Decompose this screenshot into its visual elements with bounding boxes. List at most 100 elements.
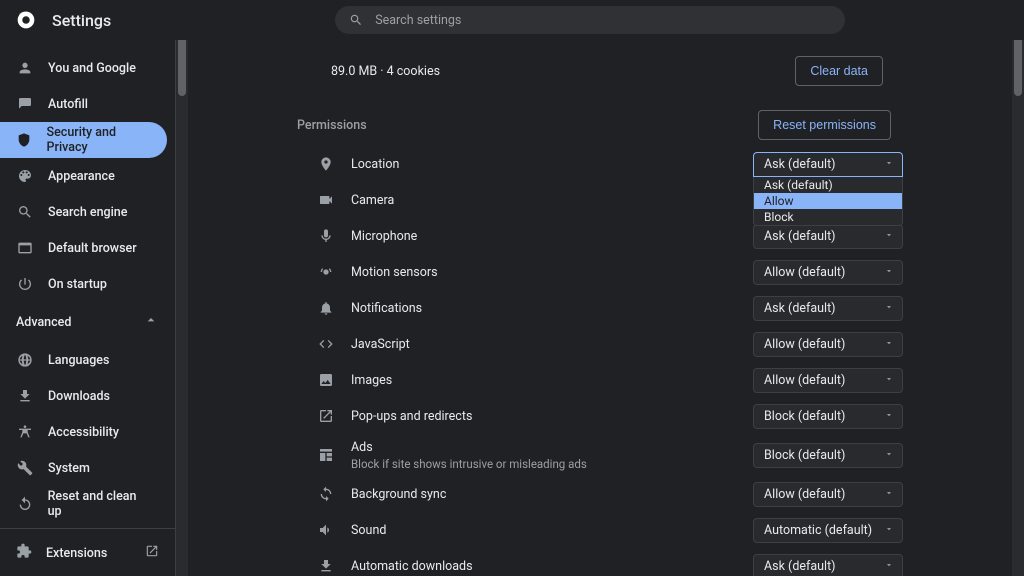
permission-label: Images	[351, 373, 392, 388]
permission-row: JavaScript Allow (default)	[297, 326, 903, 362]
accessibility-icon	[16, 423, 34, 441]
permission-select-value: Block (default)	[764, 409, 845, 424]
power-icon	[16, 275, 34, 293]
sidebar-item-label: Appearance	[48, 169, 115, 184]
caret-down-icon	[884, 409, 894, 424]
sidebar-item-downloads[interactable]: Downloads	[0, 378, 167, 414]
sidebar-item-label: Reset and clean up	[48, 489, 151, 519]
permission-select[interactable]: Ask (default)	[753, 152, 903, 177]
sidebar-item-you-and-google[interactable]: You and Google	[0, 50, 167, 86]
chrome-logo-icon	[16, 10, 36, 30]
caret-down-icon	[884, 487, 894, 502]
search-input[interactable]: Search settings	[335, 6, 845, 34]
permission-label: Sound	[351, 523, 386, 538]
sidebar-item-label: You and Google	[48, 61, 136, 76]
sidebar-item-default-browser[interactable]: Default browser	[0, 230, 167, 266]
extension-icon	[16, 543, 32, 563]
motion-sensors-icon	[317, 263, 335, 281]
permission-row: LocationAsk (default)Ask (default)AllowB…	[297, 146, 903, 182]
permission-select[interactable]: Allow (default)	[753, 482, 903, 507]
notifications-icon	[317, 299, 335, 317]
permission-label: Background sync	[351, 487, 446, 502]
permission-row: Sound Automatic (default)	[297, 512, 903, 548]
app-title: Settings	[52, 11, 111, 30]
sidebar-item-autofill[interactable]: Autofill	[0, 86, 167, 122]
browser-icon	[16, 239, 34, 257]
sidebar-item-accessibility[interactable]: Accessibility	[0, 414, 167, 450]
caret-down-icon	[884, 157, 894, 172]
permission-row: Images Allow (default)	[297, 362, 903, 398]
sidebar-item-extensions[interactable]: Extensions	[0, 535, 175, 571]
restore-icon	[16, 495, 34, 513]
sidebar-item-reset[interactable]: Reset and clean up	[0, 486, 167, 522]
sidebar-item-search-engine[interactable]: Search engine	[0, 194, 167, 230]
background-sync-icon	[317, 485, 335, 503]
top-bar: Settings Search settings	[0, 0, 1024, 40]
sidebar-item-label: Search engine	[48, 205, 127, 220]
sidebar-item-label: Security and Privacy	[47, 125, 151, 155]
sidebar-advanced-label: Advanced	[16, 315, 71, 330]
permission-select-value: Ask (default)	[764, 559, 836, 574]
clear-data-button[interactable]: Clear data	[795, 56, 883, 86]
permission-select-value: Ask (default)	[764, 301, 836, 316]
permission-select-value: Ask (default)	[764, 157, 836, 172]
sidebar-item-label: Languages	[48, 353, 109, 368]
dropdown-option[interactable]: Allow	[754, 193, 902, 209]
permission-row: Background sync Allow (default)	[297, 476, 903, 512]
permission-sublabel: Block if site shows intrusive or mislead…	[351, 457, 587, 471]
permission-select[interactable]: Ask (default)	[753, 224, 903, 249]
autofill-icon	[16, 95, 34, 113]
permission-label: Automatic downloads	[351, 559, 473, 574]
permission-label: Notifications	[351, 301, 422, 316]
permission-label: JavaScript	[351, 337, 410, 352]
dropdown-option[interactable]: Block	[754, 209, 902, 225]
sidebar-item-label: Downloads	[48, 389, 110, 404]
sidebar-item-label: Default browser	[48, 241, 137, 256]
dropdown-option[interactable]: Ask (default)	[754, 177, 902, 193]
permission-select-value: Block (default)	[764, 448, 845, 463]
caret-down-icon	[884, 301, 894, 316]
chevron-up-icon	[143, 312, 159, 332]
sidebar-item-system[interactable]: System	[0, 450, 167, 486]
permission-select[interactable]: Allow (default)	[753, 368, 903, 393]
permission-dropdown[interactable]: Ask (default)AllowBlock	[753, 177, 903, 226]
permission-select[interactable]: Ask (default)	[753, 554, 903, 576]
caret-down-icon	[884, 265, 894, 280]
permission-label: Camera	[351, 193, 394, 208]
permission-select-value: Allow (default)	[764, 265, 845, 280]
permission-select[interactable]: Block (default)	[753, 443, 903, 468]
sidebar-item-appearance[interactable]: Appearance	[0, 158, 167, 194]
download-icon	[16, 387, 34, 405]
location-icon	[317, 155, 335, 173]
permission-row: Pop-ups and redirects Block (default)	[297, 398, 903, 434]
permission-row: Automatic downloads Ask (default)	[297, 548, 903, 576]
microphone-icon	[317, 227, 335, 245]
permission-select-value: Ask (default)	[764, 229, 836, 244]
permission-select[interactable]: Block (default)	[753, 404, 903, 429]
sidebar-advanced-toggle[interactable]: Advanced	[0, 302, 175, 342]
palette-icon	[16, 167, 34, 185]
permission-select-value: Allow (default)	[764, 487, 845, 502]
ads-icon	[317, 446, 335, 464]
permission-label: Pop-ups and redirects	[351, 409, 472, 424]
person-icon	[16, 59, 34, 77]
permission-select[interactable]: Ask (default)	[753, 296, 903, 321]
permission-row: Ads Block if site shows intrusive or misl…	[297, 434, 903, 476]
permission-label: Ads	[351, 440, 587, 455]
sidebar-item-on-startup[interactable]: On startup	[0, 266, 167, 302]
sidebar-item-label: Accessibility	[48, 425, 119, 440]
reset-permissions-button[interactable]: Reset permissions	[758, 110, 891, 140]
shield-icon	[16, 131, 33, 149]
sidebar-item-languages[interactable]: Languages	[0, 342, 167, 378]
permission-select-value: Automatic (default)	[764, 523, 872, 538]
permission-select[interactable]: Allow (default)	[753, 332, 903, 357]
globe-icon	[16, 351, 34, 369]
pop-ups-and-redirects-icon	[317, 407, 335, 425]
camera-icon	[317, 191, 335, 209]
permission-select[interactable]: Automatic (default)	[753, 518, 903, 543]
permission-select[interactable]: Allow (default)	[753, 260, 903, 285]
search-icon	[16, 203, 34, 221]
sidebar-item-label: System	[48, 461, 90, 476]
caret-down-icon	[884, 523, 894, 538]
sidebar-item-security[interactable]: Security and Privacy	[0, 122, 167, 158]
